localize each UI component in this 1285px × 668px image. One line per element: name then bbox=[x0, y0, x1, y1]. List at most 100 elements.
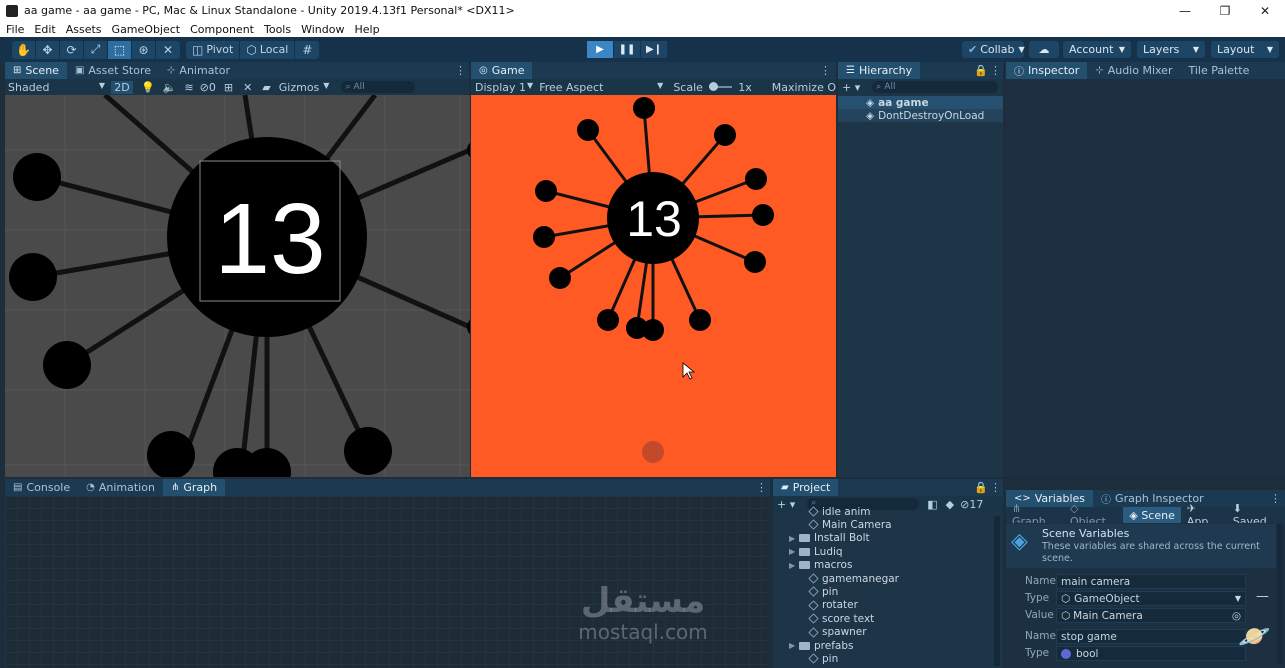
expand-arrow-icon[interactable]: ▶ bbox=[789, 641, 799, 650]
tab-console[interactable]: ▤ Console bbox=[5, 479, 78, 496]
menu-window[interactable]: Window bbox=[301, 23, 344, 36]
scale-tool-icon[interactable]: ⤢ bbox=[84, 40, 108, 59]
hierarchy-search-input[interactable]: ⌕ All bbox=[872, 81, 999, 93]
hierarchy-menu-icon[interactable]: ⋮ bbox=[990, 64, 1001, 77]
hierarchy-item-dontdestroyonload[interactable]: ◈ DontDestroyOnLoad bbox=[838, 109, 1003, 122]
maximize-button[interactable]: ❐ bbox=[1205, 0, 1245, 21]
aspect-dropdown[interactable]: Free Aspect ▼ bbox=[539, 81, 663, 94]
variable-type-dropdown[interactable]: bool bbox=[1056, 646, 1246, 661]
tab-audio-mixer[interactable]: ⊹ Audio Mixer bbox=[1087, 62, 1180, 79]
menu-edit[interactable]: Edit bbox=[34, 23, 55, 36]
tab-asset-store[interactable]: ▣ Asset Store bbox=[67, 62, 159, 79]
tab-game[interactable]: ◎ Game bbox=[471, 62, 533, 79]
tab-scene[interactable]: ⊞ Scene bbox=[5, 62, 67, 79]
hierarchy-item-aa-game[interactable]: ◈ aa game bbox=[838, 96, 1003, 109]
custom-tool-icon[interactable]: ✕ bbox=[156, 41, 180, 59]
tab-hierarchy[interactable]: ☰ Hierarchy bbox=[838, 62, 921, 79]
2d-toggle[interactable]: 2D bbox=[111, 80, 133, 94]
variable-name-field[interactable]: main camera bbox=[1056, 574, 1246, 589]
effects-icon[interactable]: ≋ bbox=[184, 81, 193, 94]
cloud-button[interactable]: ☁ bbox=[1029, 41, 1059, 58]
step-button[interactable]: ▶❙ bbox=[641, 41, 667, 58]
project-asset-item[interactable]: pin bbox=[773, 652, 993, 665]
layers-dropdown[interactable]: Layers ▼ bbox=[1137, 41, 1205, 58]
remove-variable-button[interactable]: — bbox=[1256, 589, 1269, 604]
project-asset-item[interactable]: idle anim bbox=[773, 505, 993, 518]
scene-viewport[interactable]: 13 bbox=[5, 95, 470, 477]
variable-type-dropdown[interactable]: ⬡ GameObject ▼ bbox=[1056, 591, 1246, 606]
close-button[interactable]: ✕ bbox=[1245, 0, 1285, 21]
tab-tile-palette[interactable]: Tile Palette bbox=[1180, 62, 1257, 79]
bottom-menu-icon[interactable]: ⋮ bbox=[756, 481, 767, 494]
scene-search-input[interactable]: ⌕ All bbox=[341, 81, 416, 93]
project-folder-item[interactable]: ▶ macros bbox=[773, 559, 993, 572]
shading-dropdown[interactable]: Shaded ▼ bbox=[5, 81, 105, 94]
scale-slider-thumb[interactable] bbox=[708, 82, 718, 91]
project-scrollbar[interactable] bbox=[994, 516, 1000, 666]
move-tool-icon[interactable]: ✥ bbox=[36, 40, 60, 59]
project-asset-item[interactable]: pin bbox=[773, 585, 993, 598]
rect-tool-icon[interactable]: ⬚ bbox=[108, 40, 132, 59]
menu-help[interactable]: Help bbox=[354, 23, 379, 36]
tab-inspector[interactable]: ⓘ Inspector bbox=[1006, 62, 1088, 79]
project-folder-item[interactable]: ▶ prefabs bbox=[773, 639, 993, 652]
collab-dropdown[interactable]: ✔ Collab ▼ bbox=[962, 41, 1025, 58]
menu-assets[interactable]: Assets bbox=[66, 23, 102, 36]
menu-file[interactable]: File bbox=[6, 23, 24, 36]
hierarchy-item-label: DontDestroyOnLoad bbox=[878, 109, 985, 122]
variable-value-field[interactable]: ⬡ Main Camera ◎ bbox=[1056, 608, 1246, 623]
pivot-toggle[interactable]: ◫ Pivot bbox=[186, 40, 241, 59]
display-dropdown[interactable]: Display 1 ▼ bbox=[471, 81, 533, 94]
audio-icon[interactable]: 🔈 bbox=[163, 81, 177, 94]
menu-component[interactable]: Component bbox=[190, 23, 254, 36]
create-button[interactable]: + ▾ bbox=[838, 81, 860, 94]
expand-arrow-icon[interactable]: ▶ bbox=[789, 547, 799, 556]
lighting-icon[interactable]: 💡 bbox=[141, 81, 155, 94]
grid-icon[interactable]: ⊞ bbox=[224, 81, 233, 94]
pause-button[interactable]: ❚❚ bbox=[614, 41, 640, 58]
menu-tools[interactable]: Tools bbox=[264, 23, 291, 36]
camera-icon[interactable]: ▰ bbox=[262, 81, 270, 94]
minimize-button[interactable]: — bbox=[1165, 0, 1205, 21]
tools-icon[interactable]: ✕ bbox=[243, 81, 252, 94]
project-asset-item[interactable]: rotater bbox=[773, 599, 993, 612]
project-asset-item[interactable]: Main Camera bbox=[773, 518, 993, 531]
game-menu-icon[interactable]: ⋮ bbox=[820, 64, 831, 77]
scope-scene[interactable]: ◈ Scene bbox=[1123, 507, 1181, 523]
project-asset-item[interactable]: score text bbox=[773, 612, 993, 625]
variables-scrollbar[interactable] bbox=[1277, 524, 1283, 664]
game-viewport[interactable]: 13 bbox=[471, 95, 836, 477]
hidden-objects-icon[interactable]: ⊘ bbox=[200, 81, 209, 94]
project-menu-icon[interactable]: ⋮ bbox=[990, 481, 1001, 494]
scene-menu-icon[interactable]: ⋮ bbox=[455, 64, 466, 77]
maximize-on-play-toggle[interactable]: Maximize O bbox=[772, 81, 836, 94]
project-folder-item[interactable]: ▶ Ludiq bbox=[773, 545, 993, 558]
gizmos-dropdown[interactable]: Gizmos ▼ bbox=[279, 81, 330, 94]
rotate-tool-icon[interactable]: ⟳ bbox=[60, 40, 84, 59]
local-toggle[interactable]: ⬡ Local bbox=[240, 40, 296, 59]
tab-animator[interactable]: ⊹ Animator bbox=[159, 62, 238, 79]
tab-graph-label: Graph bbox=[183, 481, 218, 494]
transform-tool-icon[interactable]: ⊛ bbox=[132, 40, 156, 59]
account-dropdown[interactable]: Account ▼ bbox=[1063, 41, 1131, 58]
project-asset-item[interactable]: spawner bbox=[773, 626, 993, 639]
local-icon: ⬡ bbox=[246, 42, 257, 57]
hand-tool-icon[interactable]: ✋ bbox=[12, 40, 36, 59]
scale-slider[interactable] bbox=[708, 82, 733, 91]
menu-gameobject[interactable]: GameObject bbox=[112, 23, 181, 36]
variable-name-field[interactable]: stop game bbox=[1056, 629, 1246, 644]
tab-animation[interactable]: ◔ Animation bbox=[78, 479, 163, 496]
layout-dropdown[interactable]: Layout ▼ bbox=[1211, 41, 1279, 58]
play-button[interactable]: ▶ bbox=[587, 41, 613, 58]
scale-label: Scale bbox=[673, 80, 703, 94]
grid-snap-icon[interactable]: # bbox=[295, 41, 319, 59]
tab-project[interactable]: ▰ Project bbox=[773, 479, 839, 496]
project-asset-item[interactable]: gamemanegar bbox=[773, 572, 993, 585]
tab-graph[interactable]: ⋔ Graph bbox=[162, 479, 226, 496]
lock-icon[interactable]: 🔒 bbox=[974, 64, 988, 77]
expand-arrow-icon[interactable]: ▶ bbox=[789, 534, 799, 543]
folder-icon bbox=[799, 534, 810, 543]
lock-icon[interactable]: 🔒 bbox=[974, 481, 988, 494]
expand-arrow-icon[interactable]: ▶ bbox=[789, 561, 799, 570]
project-folder-item[interactable]: ▶ Install Bolt bbox=[773, 532, 993, 545]
